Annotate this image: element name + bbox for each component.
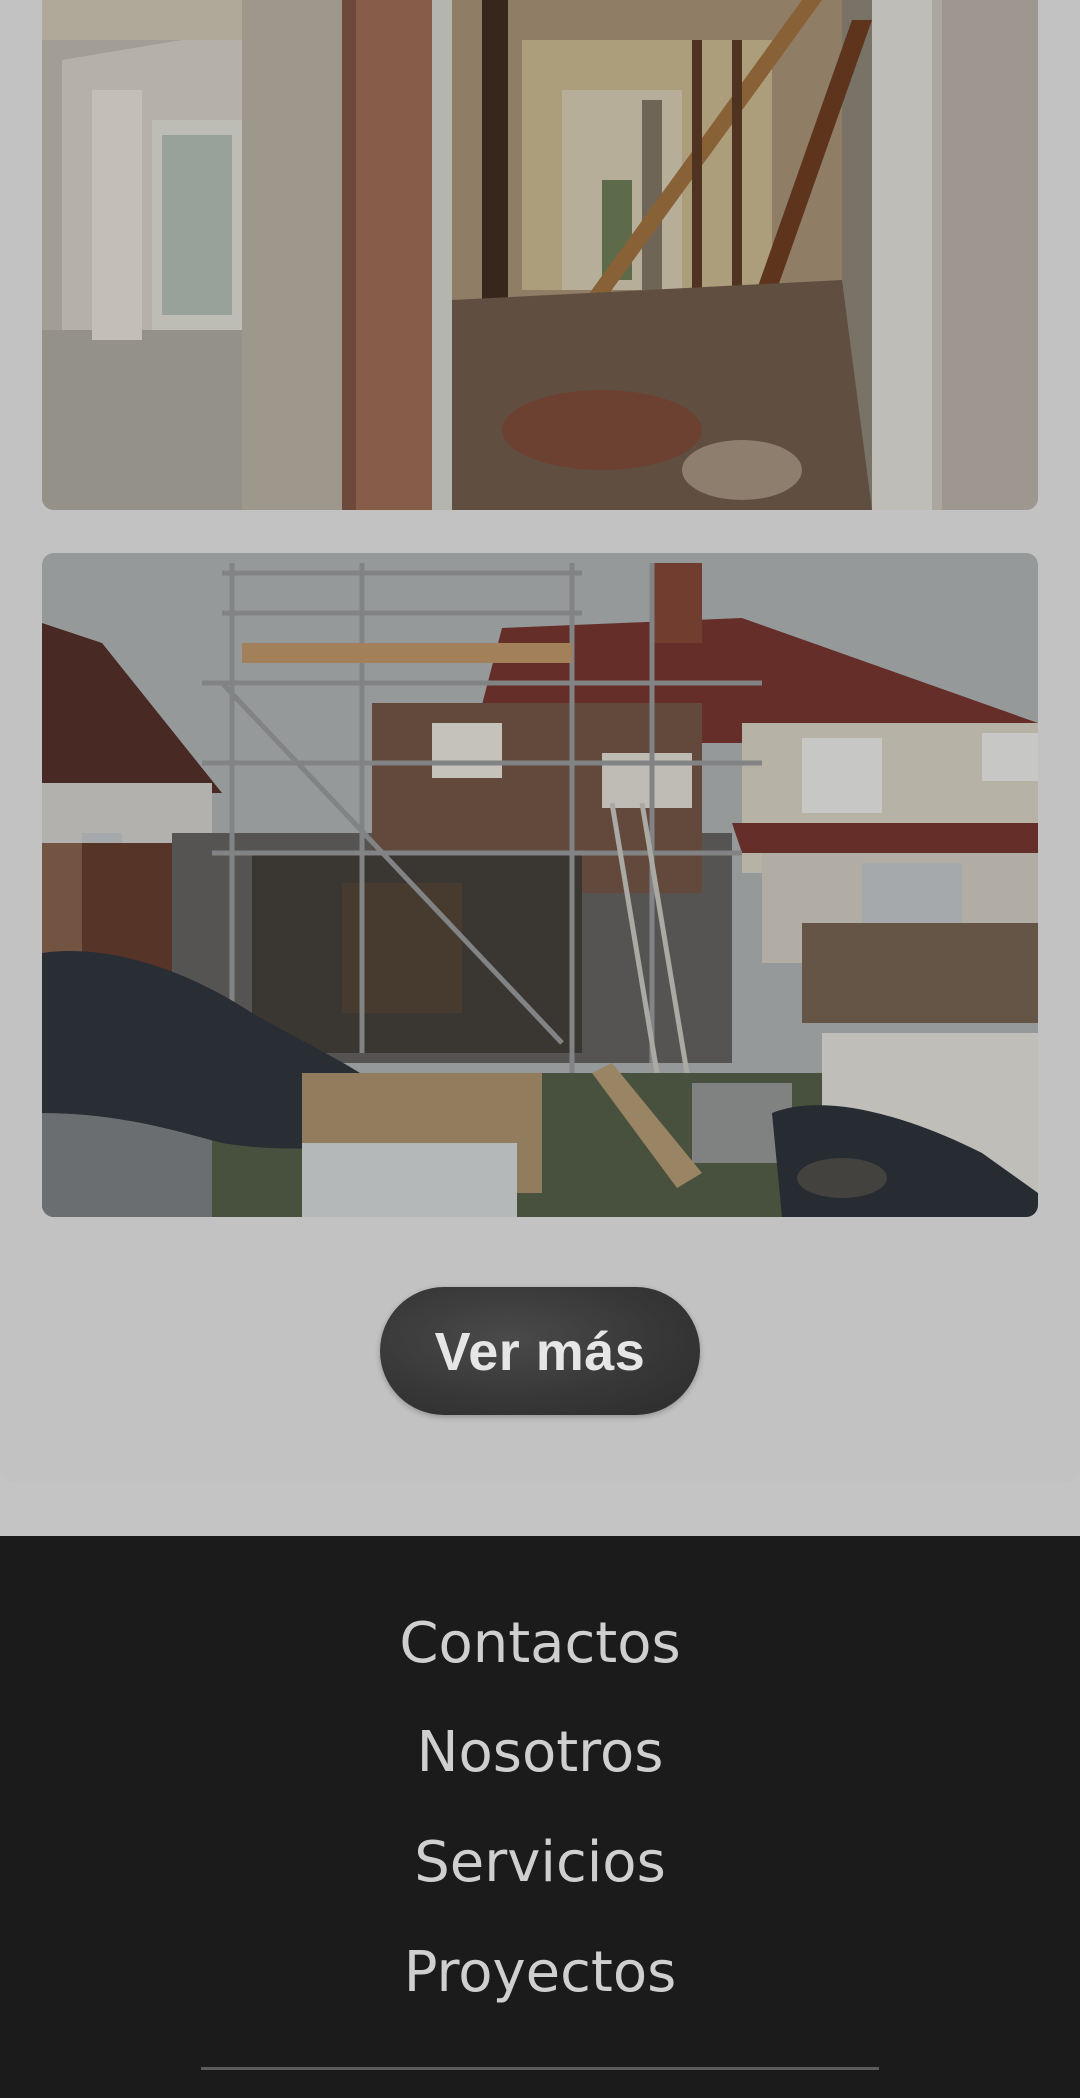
house-extension-scaffolding-photo[interactable] bbox=[42, 553, 1038, 1217]
projects-section: Ver más bbox=[0, 0, 1080, 1483]
interior-renovation-photo[interactable] bbox=[42, 0, 1038, 510]
footer-link-servicios[interactable]: Servicios bbox=[0, 1828, 1080, 1898]
footer-link-contactos[interactable]: Contactos bbox=[0, 1609, 1080, 1679]
footer-link-proyectos[interactable]: Proyectos bbox=[0, 1938, 1080, 2008]
footer: Contactos Nosotros Servicios Proyectos bbox=[0, 1536, 1080, 2098]
footer-link-nosotros[interactable]: Nosotros bbox=[0, 1718, 1080, 1788]
ver-mas-button[interactable]: Ver más bbox=[380, 1287, 700, 1415]
footer-divider bbox=[201, 2067, 879, 2070]
